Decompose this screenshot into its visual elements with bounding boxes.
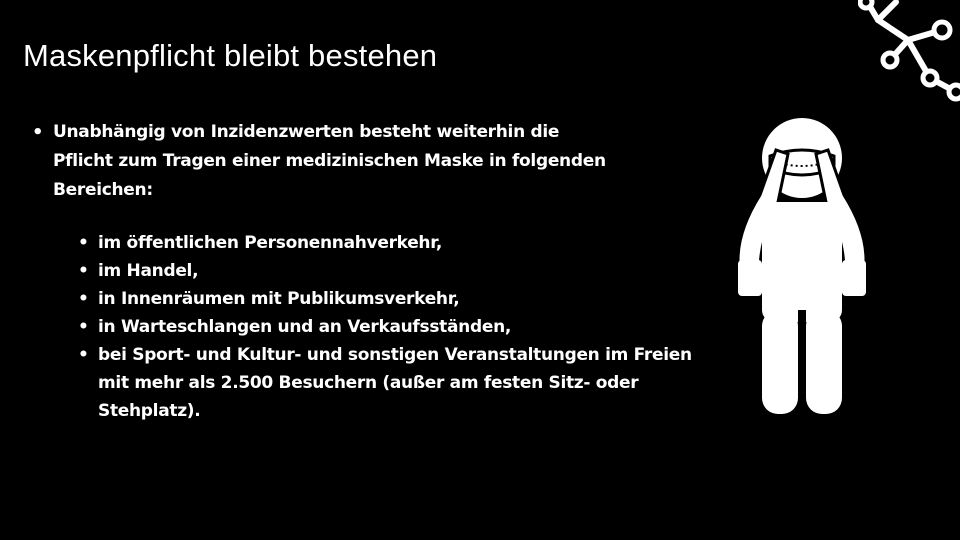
- person-with-mask-icon: [736, 118, 868, 420]
- sub-bullet-text: im Handel,: [98, 261, 199, 281]
- slide-title: Maskenpflicht bleibt bestehen: [23, 38, 438, 73]
- sub-bullet-item: • bei Sport- und Kultur- und sonstigen V…: [78, 341, 718, 425]
- slide: Maskenpflicht bleibt bestehen • Unabhäng…: [0, 0, 960, 540]
- bullet-marker: •: [78, 289, 89, 309]
- bullet-marker: •: [78, 317, 89, 337]
- sub-bullet-text: im öffentlichen Personennahverkehr,: [98, 233, 442, 253]
- sub-bullet-list: • im öffentlichen Personennahverkehr, • …: [78, 229, 720, 425]
- sub-bullet-item: • im öffentlichen Personennahverkehr,: [78, 229, 718, 257]
- bullet-marker: •: [78, 345, 89, 365]
- sub-bullet-text: in Warteschlangen und an Verkaufsständen…: [98, 317, 512, 337]
- sub-bullet-text: in Innenräumen mit Publikumsverkehr,: [98, 289, 460, 309]
- sub-bullet-item: • im Handel,: [78, 257, 718, 285]
- bullet-marker: •: [78, 261, 89, 281]
- sub-bullet-item: • in Warteschlangen und an Verkaufsständ…: [78, 313, 718, 341]
- virus-icon: [858, 0, 960, 102]
- bullet-marker: •: [32, 122, 44, 143]
- sub-bullet-item: • in Innenräumen mit Publikumsverkehr,: [78, 285, 718, 313]
- main-bullet-list: • Unabhängig von Inzidenzwerten besteht …: [30, 118, 720, 425]
- bullet-marker: •: [78, 233, 89, 253]
- sub-bullet-text: bei Sport- und Kultur- und sonstigen Ver…: [98, 345, 692, 421]
- main-bullet-text: Unabhängig von Inzidenzwerten besteht we…: [53, 122, 606, 200]
- main-bullet-item: • Unabhängig von Inzidenzwerten besteht …: [30, 118, 720, 425]
